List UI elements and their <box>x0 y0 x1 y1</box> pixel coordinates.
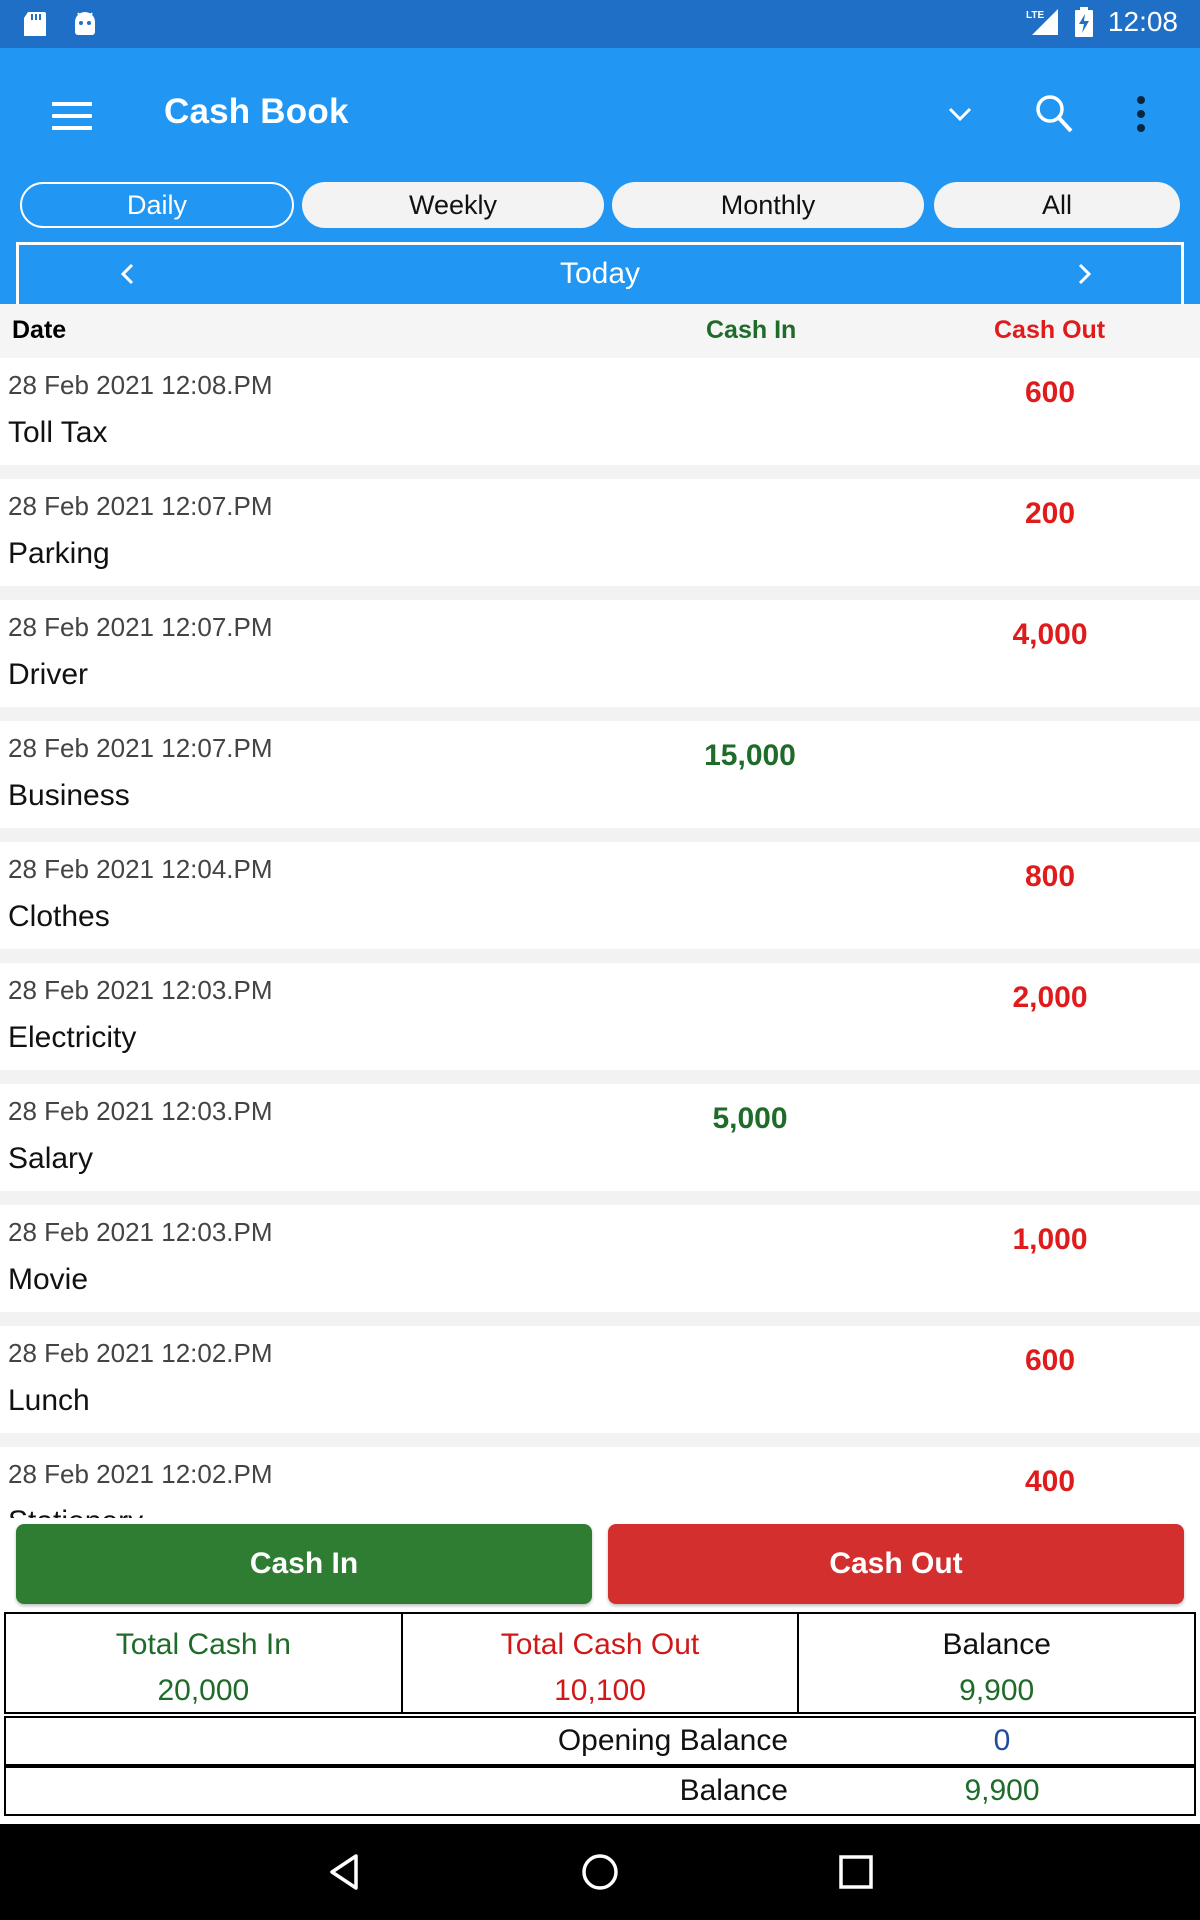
opening-balance-value: 0 <box>993 1724 1011 1757</box>
row-date: 28 Feb 2021 12:03.PM <box>8 975 273 1005</box>
back-icon[interactable] <box>320 1848 368 1896</box>
chevron-down-icon[interactable] <box>944 98 976 130</box>
totals-table: Total Cash In 20,000 Total Cash Out 10,1… <box>4 1612 1196 1714</box>
row-name: Driver <box>8 658 88 691</box>
row-date: 28 Feb 2021 12:02.PM <box>8 1459 273 1489</box>
tab-weekly[interactable]: Weekly <box>302 182 604 228</box>
table-row[interactable]: 28 Feb 2021 12:02.PM Stationery 400 <box>0 1447 1200 1518</box>
table-row[interactable]: 28 Feb 2021 12:03.PM Salary 5,000 <box>0 1084 1200 1191</box>
closing-balance-value: 9,900 <box>964 1774 1040 1807</box>
row-cash-out: 400 <box>1024 1465 1076 1498</box>
status-bar: LTE 12:08 <box>0 0 1200 48</box>
balance-cell: Balance 9,900 <box>799 1614 1194 1712</box>
row-cash-out: 4,000 <box>1012 618 1088 651</box>
status-time: 12:08 <box>1107 6 1178 37</box>
app-screen: LTE 12:08 Cash Book Daily Weekly Monthly… <box>0 0 1200 1920</box>
recents-icon[interactable] <box>832 1848 880 1896</box>
row-name: Lunch <box>8 1384 90 1417</box>
row-date: 28 Feb 2021 12:07.PM <box>8 491 273 521</box>
total-cash-in-value: 20,000 <box>157 1674 250 1707</box>
row-date: 28 Feb 2021 12:02.PM <box>8 1338 273 1368</box>
sd-card-icon <box>24 12 46 36</box>
row-date: 28 Feb 2021 12:07.PM <box>8 733 273 763</box>
closing-balance-row: Balance 9,900 <box>4 1766 1196 1816</box>
menu-icon[interactable] <box>52 102 92 132</box>
battery-charging-icon <box>1074 7 1093 37</box>
total-cash-in-cell: Total Cash In 20,000 <box>6 1614 403 1712</box>
opening-balance-label: Opening Balance <box>557 1724 788 1757</box>
header-cash-out: Cash Out <box>994 316 1106 344</box>
row-name: Electricity <box>8 1021 137 1054</box>
balance-value: 9,900 <box>959 1674 1035 1707</box>
header-cash-in: Cash In <box>706 316 797 344</box>
row-name: Business <box>8 779 130 812</box>
svg-text:LTE: LTE <box>1026 10 1044 21</box>
table-row[interactable]: 28 Feb 2021 12:07.PM Parking 200 <box>0 479 1200 586</box>
total-cash-in-label: Total Cash In <box>115 1628 291 1661</box>
period-tabs: Daily Weekly Monthly All <box>20 182 1180 228</box>
cash-in-button[interactable]: Cash In <box>16 1524 592 1604</box>
row-cash-in: 5,000 <box>712 1102 788 1135</box>
total-cash-out-label: Total Cash Out <box>500 1628 700 1661</box>
table-row[interactable]: 28 Feb 2021 12:02.PM Lunch 600 <box>0 1326 1200 1433</box>
row-name: Movie <box>8 1263 89 1296</box>
row-name: Clothes <box>8 900 110 933</box>
row-cash-out: 600 <box>1024 1344 1076 1377</box>
table-row[interactable]: 28 Feb 2021 12:07.PM Business 15,000 <box>0 721 1200 828</box>
search-icon[interactable] <box>1034 92 1074 136</box>
tab-all[interactable]: All <box>934 182 1180 228</box>
row-date: 28 Feb 2021 12:03.PM <box>8 1096 273 1126</box>
row-cash-out: 2,000 <box>1012 981 1088 1014</box>
row-cash-in: 15,000 <box>704 739 796 772</box>
total-cash-out-value: 10,100 <box>554 1674 646 1707</box>
tab-monthly[interactable]: Monthly <box>612 182 924 228</box>
page-title: Cash Book <box>164 92 349 131</box>
table-row[interactable]: 28 Feb 2021 12:08.PM Toll Tax 600 <box>0 358 1200 465</box>
row-name: Parking <box>8 537 110 570</box>
row-date: 28 Feb 2021 12:07.PM <box>8 612 273 642</box>
opening-balance-row: Opening Balance 0 <box>4 1716 1196 1766</box>
date-navigator: Today <box>16 242 1184 306</box>
table-row[interactable]: 28 Feb 2021 12:07.PM Driver 4,000 <box>0 600 1200 707</box>
app-bar: Cash Book Daily Weekly Monthly All Today <box>0 48 1200 306</box>
row-date: 28 Feb 2021 12:08.PM <box>8 370 273 400</box>
chevron-right-icon[interactable] <box>1073 259 1097 289</box>
total-cash-out-cell: Total Cash Out 10,100 <box>403 1614 800 1712</box>
table-row[interactable]: 28 Feb 2021 12:03.PM Electricity 2,000 <box>0 963 1200 1070</box>
closing-balance-label: Balance <box>679 1774 788 1807</box>
row-date: 28 Feb 2021 12:03.PM <box>8 1217 273 1247</box>
row-cash-out: 600 <box>1024 376 1076 409</box>
android-icon <box>75 12 95 35</box>
table-row[interactable]: 28 Feb 2021 12:03.PM Movie 1,000 <box>0 1205 1200 1312</box>
period-label: Today <box>559 257 641 290</box>
row-cash-out: 1,000 <box>1012 1223 1088 1256</box>
balance-label: Balance <box>942 1628 1051 1661</box>
more-vert-icon[interactable] <box>1126 94 1156 134</box>
row-name: Toll Tax <box>8 416 108 449</box>
row-name: Stationery <box>8 1505 143 1518</box>
system-nav-bar <box>0 1824 1200 1920</box>
tab-daily[interactable]: Daily <box>20 182 294 228</box>
transaction-list[interactable]: 28 Feb 2021 12:08.PM Toll Tax 600 28 Feb 20… <box>0 358 1200 1518</box>
row-date: 28 Feb 2021 12:04.PM <box>8 854 273 884</box>
header-date: Date <box>12 316 67 344</box>
row-name: Salary <box>8 1142 94 1175</box>
row-cash-out: 800 <box>1024 860 1076 893</box>
row-cash-out: 200 <box>1024 497 1076 530</box>
signal-icon: LTE <box>1026 9 1058 35</box>
table-row[interactable]: 28 Feb 2021 12:04.PM Clothes 800 <box>0 842 1200 949</box>
home-icon[interactable] <box>576 1848 624 1896</box>
table-header: Date Cash In Cash Out <box>0 304 1200 358</box>
cash-out-button[interactable]: Cash Out <box>608 1524 1184 1604</box>
